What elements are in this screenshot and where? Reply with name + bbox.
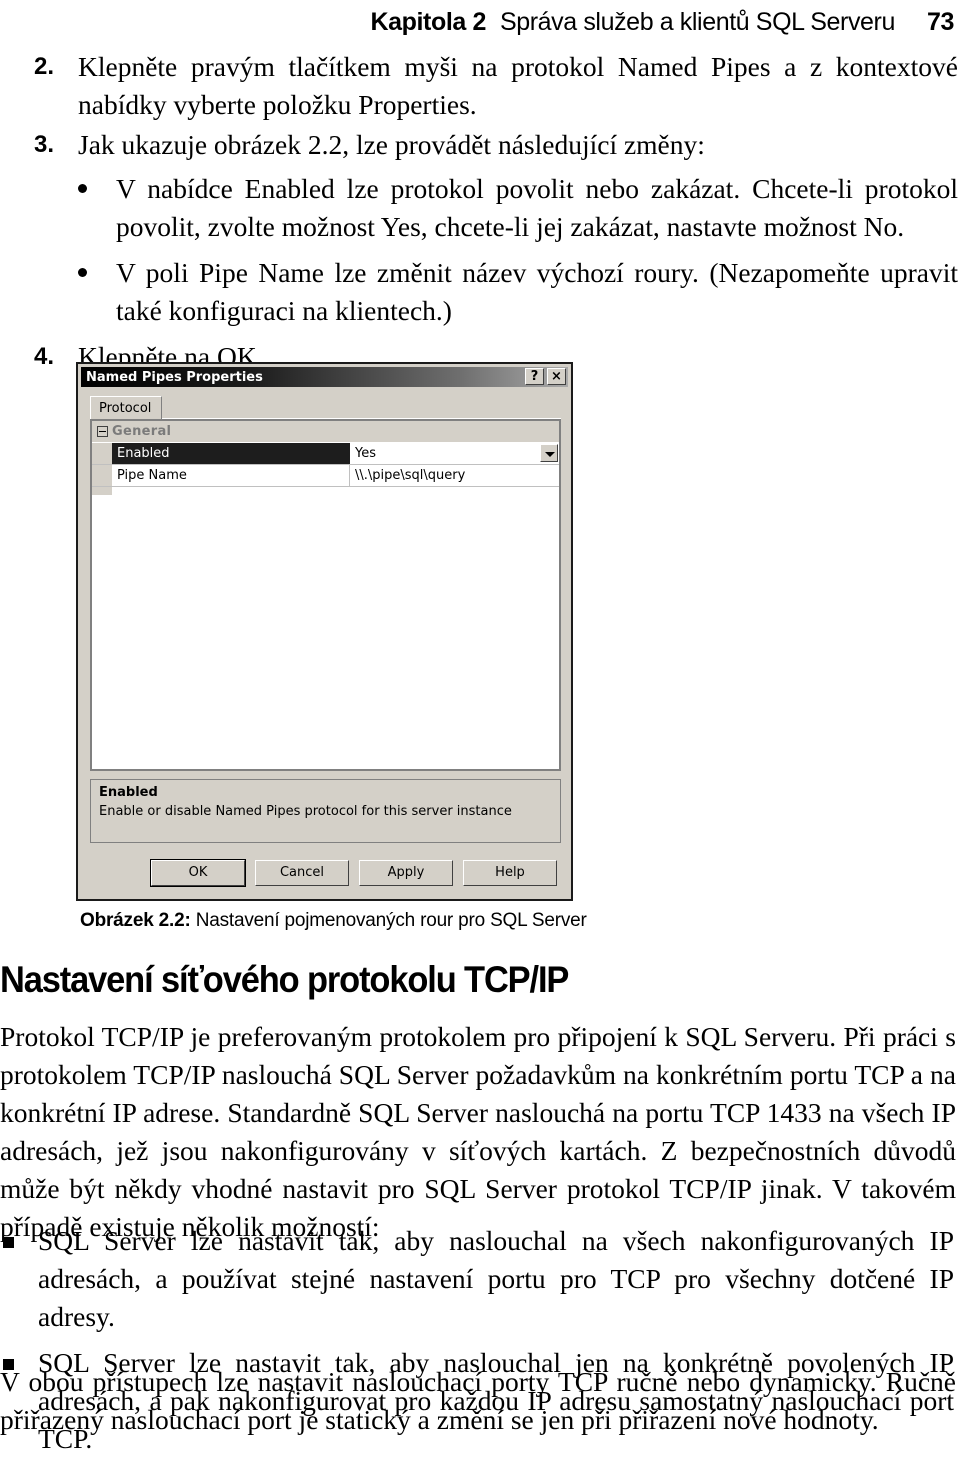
table-row[interactable]: Pipe Name \\.\pipe\sql\query	[92, 465, 559, 487]
help-icon[interactable]: ?	[525, 368, 544, 385]
step-text: Klepněte pravým tlačítkem myši na protok…	[78, 51, 958, 120]
step-text: Jak ukazuje obrázek 2.2, lze provádět ná…	[78, 129, 705, 160]
running-head: Kapitola 2 Správa služeb a klientů SQL S…	[0, 0, 960, 44]
list-item: SQL Server lze nastavit tak, aby naslouc…	[0, 1222, 956, 1336]
numbered-steps: 2. Klepněte pravým tlačítkem myši na pro…	[0, 48, 960, 378]
chevron-down-icon[interactable]	[540, 444, 558, 462]
page-number: 73	[926, 7, 954, 36]
figure-caption: Obrázek 2.2: Nastavení pojmenovaných rou…	[80, 908, 940, 934]
property-group-label: General	[112, 424, 172, 439]
list-item-text: SQL Server lze nastavit tak, aby naslouc…	[38, 1225, 954, 1332]
tab-protocol[interactable]: Protocol	[90, 396, 163, 419]
description-body: Enable or disable Named Pipes protocol f…	[99, 804, 512, 819]
table-row[interactable]: Enabled Yes	[92, 443, 559, 465]
list-item-text: V poli Pipe Name lze změnit název výchoz…	[116, 257, 958, 326]
help-button[interactable]: Help	[463, 860, 557, 886]
body-paragraph-1: Protokol TCP/IP je preferovaným protokol…	[0, 1021, 956, 1242]
dialog-titlebar: Named Pipes Properties ? ×	[81, 367, 568, 387]
step-item: 2. Klepněte pravým tlačítkem myši na pro…	[0, 48, 960, 124]
property-value-enabled: Yes	[355, 446, 376, 461]
running-head-title: Správa služeb a klientů SQL Serveru	[499, 7, 895, 36]
list-item: V poli Pipe Name lze změnit název výchoz…	[0, 254, 960, 330]
collapse-icon[interactable]	[92, 421, 112, 442]
tab-strip: Protocol	[90, 396, 561, 419]
property-grid: General Enabled Yes Pipe Name \\.\pipe\s…	[92, 421, 559, 769]
step-number: 2.	[34, 53, 55, 80]
list-item: V nabídce Enabled lze protokol povolit n…	[0, 170, 960, 246]
apply-button[interactable]: Apply	[359, 860, 453, 886]
row-gutter	[92, 443, 112, 464]
property-grid-container: General Enabled Yes Pipe Name \\.\pipe\s…	[90, 419, 561, 771]
figure-caption-text: Nastavení pojmenovaných rour pro SQL Ser…	[190, 910, 587, 931]
section-heading: Nastavení síťového protokolu TCP/IP	[0, 959, 569, 1000]
row-gutter	[92, 465, 112, 486]
ok-button[interactable]: OK	[150, 859, 246, 887]
step-item: 3. Jak ukazuje obrázek 2.2, lze provádět…	[0, 126, 960, 164]
bullet-dot-icon	[78, 268, 87, 277]
titlebar-buttons: ? ×	[525, 368, 566, 385]
cancel-button[interactable]: Cancel	[255, 860, 349, 886]
property-name-pipe-name[interactable]: Pipe Name	[112, 465, 350, 486]
body-paragraph-3: V obou přístupech lze nastavit nasloucha…	[0, 1366, 956, 1435]
running-head-chapter: Kapitola 2	[370, 7, 486, 36]
property-value-enabled-container[interactable]: Yes	[350, 443, 559, 464]
bullet-dot-icon	[78, 184, 87, 193]
named-pipes-properties-dialog: Named Pipes Properties ? × Protocol Gene…	[76, 362, 573, 901]
dialog-title: Named Pipes Properties	[86, 369, 263, 385]
bullet-square-icon	[3, 1237, 14, 1248]
step-number: 3.	[34, 131, 55, 158]
property-value-pipe-name[interactable]: \\.\pipe\sql\query	[350, 465, 559, 486]
property-group-row[interactable]: General	[92, 421, 559, 443]
dialog-button-row: OK Cancel Apply Help	[90, 857, 561, 889]
close-icon[interactable]: ×	[547, 368, 566, 385]
figure-caption-label: Obrázek 2.2:	[80, 910, 191, 931]
step-number: 4.	[34, 343, 55, 370]
description-title: Enabled	[99, 785, 158, 800]
sub-bullet-list: V nabídce Enabled lze protokol povolit n…	[0, 170, 960, 330]
property-grid-empty-area	[92, 487, 559, 495]
description-pane: Enabled Enable or disable Named Pipes pr…	[90, 779, 561, 843]
property-name-enabled[interactable]: Enabled	[112, 443, 350, 464]
list-item-text: V nabídce Enabled lze protokol povolit n…	[116, 173, 958, 242]
